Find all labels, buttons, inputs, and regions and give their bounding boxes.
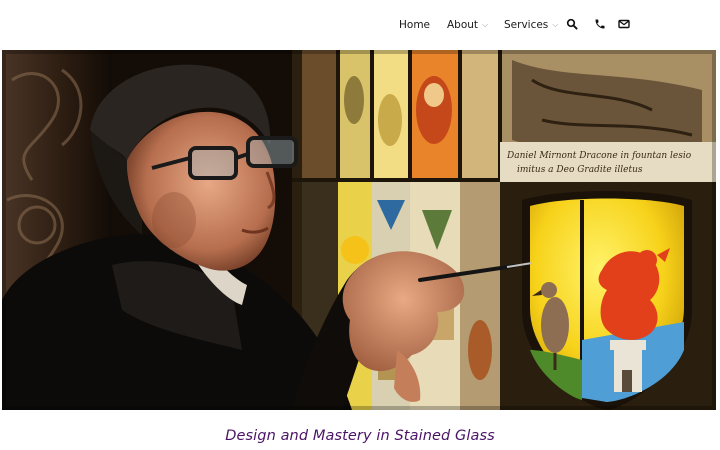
site-tagline: Design and Mastery in Stained Glass <box>225 428 495 444</box>
nav-home-link[interactable]: Home <box>399 17 430 33</box>
chevron-down-icon: ⌵ <box>482 20 489 29</box>
nav-about-link[interactable]: About ⌵ <box>447 17 488 33</box>
glass-inscription-line-1: Daniel Mirnont Dracone in fountan lesio <box>506 151 692 161</box>
search-icon[interactable] <box>566 18 580 32</box>
nav-services-link[interactable]: Services ⌵ <box>504 17 558 33</box>
nav-services-label: Services <box>504 19 549 31</box>
hero-image: Daniel Mirnont Dracone in fountan lesio … <box>2 50 716 410</box>
chevron-down-icon: ⌵ <box>552 20 559 29</box>
phone-icon[interactable] <box>594 18 608 32</box>
envelope-icon[interactable] <box>618 18 632 32</box>
main-navigation: Home About ⌵ Services ⌵ <box>0 0 720 50</box>
glass-inscription-line-2: imitus a Deo Gradite illetus <box>517 165 643 175</box>
stained-glass-artisan-photo: Daniel Mirnont Dracone in fountan lesio … <box>2 50 716 410</box>
nav-about-label: About <box>447 19 479 31</box>
